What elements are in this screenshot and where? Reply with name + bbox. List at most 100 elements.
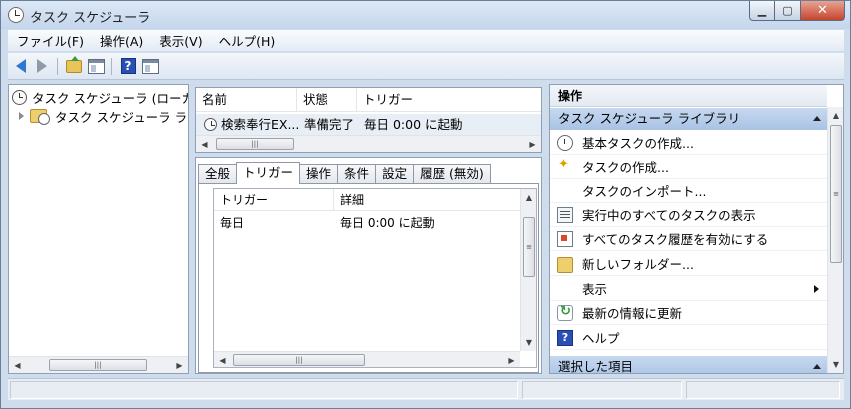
- action-import-task[interactable]: タスクのインポート...: [550, 179, 827, 203]
- menu-view[interactable]: 表示(V): [151, 31, 210, 50]
- action-label: すべてのタスク履歴を有効にする: [582, 232, 769, 247]
- scroll-left-arrow-icon[interactable]: ◀: [214, 352, 231, 367]
- tab-triggers[interactable]: トリガー: [236, 162, 301, 184]
- toolbar-separator: [111, 58, 112, 75]
- help-button[interactable]: ?: [118, 57, 138, 75]
- scroll-right-arrow-icon[interactable]: ▶: [503, 352, 520, 367]
- action-view[interactable]: 表示: [550, 277, 827, 301]
- status-segment: [10, 381, 518, 399]
- task-name: 検索奉行EX...: [221, 117, 300, 132]
- clock-icon: [557, 134, 573, 151]
- task-list-horizontal-scrollbar[interactable]: ◀ ||| ▶: [196, 135, 541, 152]
- minimize-button[interactable]: ▁: [749, 1, 775, 21]
- up-folder-button[interactable]: [64, 55, 84, 75]
- help-icon: ?: [120, 58, 136, 74]
- menu-bar: ファイル(F) 操作(A) 表示(V) ヘルプ(H): [8, 30, 844, 51]
- actions-vertical-scrollbar[interactable]: ▲ ≡ ▼: [827, 107, 843, 373]
- folder-clock-icon: [30, 109, 50, 125]
- trigger-detail: 毎日 0:00 に起動: [340, 216, 435, 230]
- scroll-down-arrow-icon[interactable]: ▼: [521, 334, 536, 351]
- tree-horizontal-scrollbar[interactable]: ◀ ||| ▶: [9, 356, 188, 373]
- scroll-thumb[interactable]: |||: [49, 359, 147, 371]
- blank-icon: [557, 281, 573, 297]
- tab-body-triggers: トリガー 詳細 毎日 毎日 0:00 に起動 ▲ ≡ ▼ ◀ ||| ▶: [198, 183, 539, 373]
- collapse-caret-icon[interactable]: [813, 116, 821, 121]
- tab-actions[interactable]: 操作: [299, 164, 339, 184]
- forward-arrow-icon: [37, 59, 47, 73]
- action-help[interactable]: ? ヘルプ: [550, 326, 827, 350]
- trigger-list-vertical-scrollbar[interactable]: ▲ ≡ ▼: [520, 189, 536, 351]
- folder-icon: [557, 256, 573, 273]
- actions-pane: 操作 タスク スケジューラ ライブラリ 基本タスクの作成... タスクの作成..…: [549, 84, 844, 374]
- trigger-list-horizontal-scrollbar[interactable]: ◀ ||| ▶: [214, 351, 520, 367]
- scroll-thumb[interactable]: ≡: [830, 125, 842, 263]
- menu-action[interactable]: 操作(A): [92, 31, 151, 50]
- action-create-task[interactable]: タスクの作成...: [550, 155, 827, 179]
- column-header-trigger[interactable]: トリガー: [357, 88, 541, 112]
- scroll-left-arrow-icon[interactable]: ◀: [196, 136, 213, 152]
- task-scheduler-window: タスク スケジューラ ▁ ▢ ✕ ファイル(F) 操作(A) 表示(V) ヘルプ…: [0, 0, 851, 409]
- column-header-trigger[interactable]: トリガー: [214, 189, 334, 211]
- back-button[interactable]: [11, 57, 31, 75]
- table-row[interactable]: 検索奉行EX... 準備完了 毎日 0:00 に起動: [196, 114, 541, 136]
- list-icon: [557, 206, 573, 223]
- collapse-caret-icon[interactable]: [813, 364, 821, 369]
- maximize-button[interactable]: ▢: [775, 1, 801, 21]
- status-segment: [686, 381, 840, 399]
- tab-history[interactable]: 履歴 (無効): [413, 164, 491, 184]
- expand-arrow-icon[interactable]: [19, 112, 24, 120]
- task-list-header: 名前 状態 トリガー: [196, 88, 541, 112]
- action-new-folder[interactable]: 新しいフォルダー...: [550, 252, 827, 276]
- menu-file[interactable]: ファイル(F): [8, 31, 92, 50]
- submenu-arrow-icon: [814, 285, 819, 293]
- menu-help[interactable]: ヘルプ(H): [211, 31, 284, 50]
- scroll-left-arrow-icon[interactable]: ◀: [9, 357, 26, 373]
- actions-pane-title: 操作: [550, 85, 827, 107]
- table-row[interactable]: 毎日 毎日 0:00 に起動: [214, 213, 521, 233]
- star-icon: [557, 157, 573, 175]
- tab-general[interactable]: 全般: [198, 164, 238, 184]
- title-bar[interactable]: タスク スケジューラ ▁ ▢ ✕: [1, 1, 850, 29]
- up-folder-icon: [66, 55, 82, 73]
- forward-button[interactable]: [32, 57, 52, 75]
- history-icon: [557, 230, 573, 247]
- tab-conditions[interactable]: 条件: [337, 164, 377, 184]
- action-label: 基本タスクの作成...: [582, 136, 694, 151]
- section-selected-item[interactable]: 選択した項目: [550, 356, 827, 373]
- scroll-right-arrow-icon[interactable]: ▶: [171, 357, 188, 373]
- action-label: 実行中のすべてのタスクの表示: [582, 208, 756, 223]
- blank-icon: [557, 183, 573, 199]
- show-hide-console-tree-button[interactable]: [86, 57, 106, 75]
- refresh-icon: [557, 304, 573, 321]
- action-enable-all-history[interactable]: すべてのタスク履歴を有効にする: [550, 227, 827, 251]
- scroll-down-arrow-icon[interactable]: ▼: [828, 356, 843, 373]
- action-refresh[interactable]: 最新の情報に更新: [550, 301, 827, 325]
- action-display-running-tasks[interactable]: 実行中のすべてのタスクの表示: [550, 203, 827, 227]
- console-tree-icon: [87, 58, 105, 74]
- scroll-up-arrow-icon[interactable]: ▲: [828, 107, 843, 124]
- column-header-name[interactable]: 名前: [196, 88, 297, 112]
- close-button[interactable]: ✕: [801, 1, 845, 21]
- tree-item-library-label: タスク スケジューラ ライ: [55, 109, 189, 125]
- tree-item-root[interactable]: タスク スケジューラ (ローカ: [12, 87, 188, 107]
- scroll-right-arrow-icon[interactable]: ▶: [524, 136, 541, 152]
- scroll-thumb[interactable]: |||: [233, 354, 365, 366]
- status-bar: [8, 378, 844, 400]
- scroll-up-arrow-icon[interactable]: ▲: [521, 189, 536, 206]
- trigger-list-header: トリガー 詳細: [214, 189, 521, 211]
- section-task-scheduler-library[interactable]: タスク スケジューラ ライブラリ: [550, 108, 827, 130]
- action-label: タスクのインポート...: [582, 184, 707, 199]
- action-create-basic-task[interactable]: 基本タスクの作成...: [550, 131, 827, 155]
- column-header-details[interactable]: 詳細: [334, 189, 521, 211]
- action-label: 表示: [582, 282, 608, 297]
- action-label: タスクの作成...: [582, 160, 669, 175]
- section-label: タスク スケジューラ ライブラリ: [558, 111, 741, 126]
- tree-item-library[interactable]: タスク スケジューラ ライ: [19, 106, 189, 126]
- column-header-status[interactable]: 状態: [297, 88, 357, 112]
- scroll-thumb[interactable]: |||: [216, 138, 294, 150]
- task-scheduler-clock-icon: [8, 7, 24, 23]
- scroll-thumb[interactable]: ≡: [523, 217, 535, 277]
- tab-settings[interactable]: 設定: [375, 164, 415, 184]
- show-hide-action-pane-button[interactable]: [140, 57, 160, 75]
- action-pane-icon: [141, 58, 159, 74]
